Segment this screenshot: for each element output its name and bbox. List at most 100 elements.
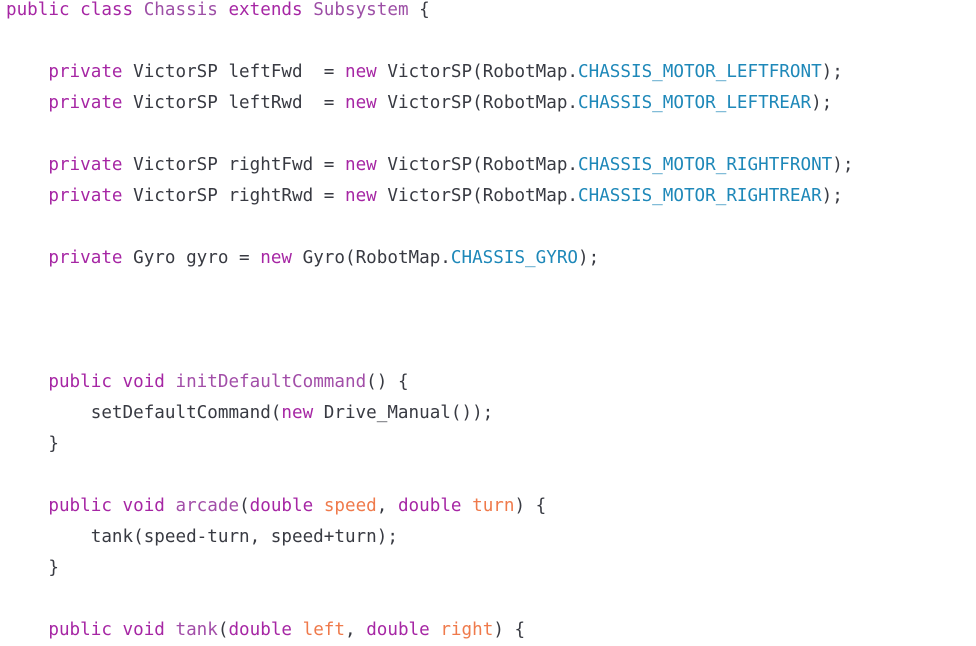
code-token: right — [440, 620, 494, 640]
code-token: void — [122, 372, 165, 392]
code-line: } — [6, 553, 853, 584]
code-token: tank — [175, 620, 218, 640]
code-token: public — [48, 620, 112, 640]
code-token: ); — [821, 62, 843, 82]
code-token: void — [122, 620, 165, 640]
code-line: } — [6, 429, 853, 460]
code-token: ); — [821, 186, 843, 206]
code-token: Drive_Manual()); — [313, 403, 494, 423]
code-token: ) { — [493, 620, 526, 640]
code-token: extends — [228, 0, 303, 20]
code-token: , — [376, 496, 398, 516]
code-token: double — [228, 620, 293, 640]
code-token: void — [122, 496, 165, 516]
code-token: ) { — [514, 496, 547, 516]
code-line: public void tank(double left, double rig… — [6, 615, 853, 646]
code-line: public void arcade(double speed, double … — [6, 491, 853, 522]
code-token: { — [408, 0, 430, 20]
code-token: VictorSP leftFwd = — [122, 62, 345, 82]
code-token: public — [48, 496, 112, 516]
code-token: double — [249, 496, 314, 516]
code-token: new — [344, 155, 377, 175]
code-token: Gyro(RobotMap. — [292, 248, 451, 268]
code-token: VictorSP(RobotMap. — [376, 62, 579, 82]
code-token: } — [6, 558, 59, 578]
code-token: CHASSIS_MOTOR_LEFTREAR — [578, 93, 812, 113]
code-token: turn — [472, 496, 515, 516]
code-token: CHASSIS_GYRO — [450, 248, 579, 268]
code-token: , — [345, 620, 367, 640]
code-line: private VictorSP leftRwd = new VictorSP(… — [6, 88, 853, 119]
code-token: public — [6, 0, 70, 20]
code-token: VictorSP(RobotMap. — [376, 155, 579, 175]
code-token: VictorSP(RobotMap. — [376, 186, 579, 206]
code-token: CHASSIS_MOTOR_LEFTFRONT — [578, 62, 822, 82]
code-line: private VictorSP rightFwd = new VictorSP… — [6, 150, 853, 181]
code-token: private — [48, 155, 123, 175]
code-token: Gyro gyro = — [122, 248, 261, 268]
code-token: private — [48, 62, 123, 82]
code-token: CHASSIS_MOTOR_RIGHTFRONT — [578, 155, 833, 175]
code-token: double — [366, 620, 430, 640]
code-line: setDefaultCommand(new Drive_Manual()); — [6, 398, 853, 429]
code-token: Subsystem — [313, 0, 409, 20]
code-token: ); — [811, 93, 833, 113]
code-token: ( — [217, 620, 229, 640]
code-token: double — [397, 496, 462, 516]
code-token: VictorSP rightFwd = — [122, 155, 345, 175]
code-token: VictorSP rightRwd = — [122, 186, 345, 206]
code-token: CHASSIS_MOTOR_RIGHTREAR — [578, 186, 822, 206]
code-token: arcade — [175, 496, 240, 516]
code-token: private — [48, 248, 123, 268]
code-block: public class Chassis extends Subsystem {… — [6, 0, 853, 646]
code-line: private VictorSP leftFwd = new VictorSP(… — [6, 57, 853, 88]
code-token: VictorSP leftRwd = — [122, 93, 345, 113]
code-token: new — [344, 93, 377, 113]
code-token: new — [344, 62, 377, 82]
code-token: ); — [832, 155, 854, 175]
code-token: } — [6, 434, 59, 454]
code-line: private Gyro gyro = new Gyro(RobotMap.CH… — [6, 243, 853, 274]
code-line: public void initDefaultCommand() { — [6, 367, 853, 398]
code-token: Chassis — [143, 0, 218, 20]
code-token: VictorSP(RobotMap. — [376, 93, 579, 113]
code-line: tank(speed-turn, speed+turn); — [6, 522, 853, 553]
code-token: () { — [366, 372, 409, 392]
code-token: new — [281, 403, 314, 423]
code-line: private VictorSP rightRwd = new VictorSP… — [6, 181, 853, 212]
code-token: new — [344, 186, 377, 206]
code-token: setDefaultCommand( — [6, 403, 282, 423]
code-token: initDefaultCommand — [175, 372, 367, 392]
code-token: public — [48, 372, 112, 392]
code-token: private — [48, 93, 123, 113]
